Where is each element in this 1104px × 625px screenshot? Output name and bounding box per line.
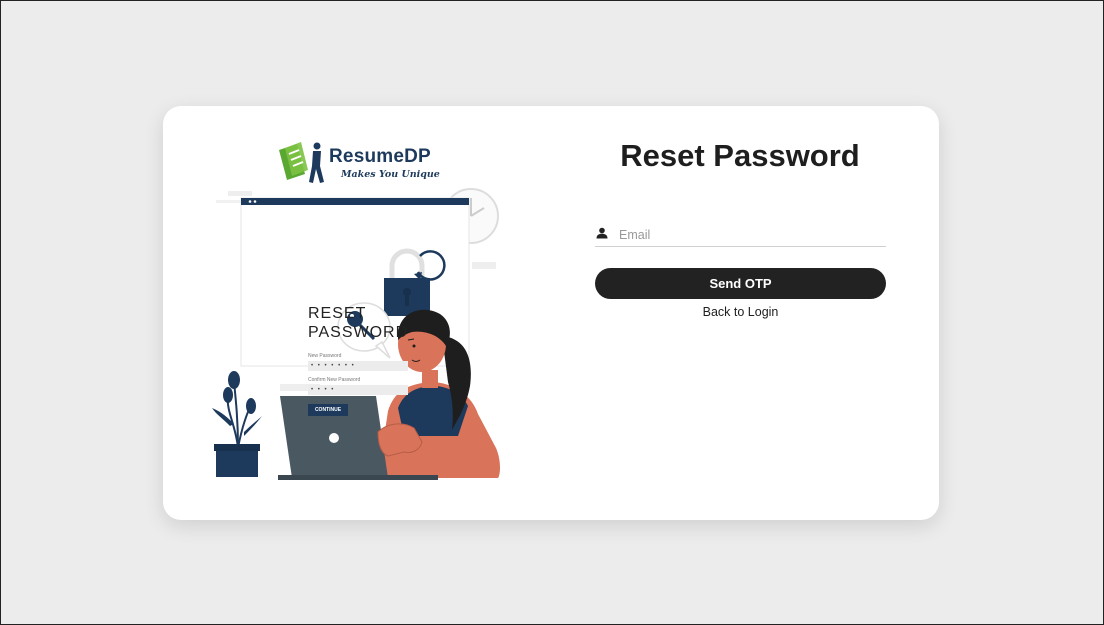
illustration-new-password-field: • • • • • • •: [308, 361, 408, 371]
back-to-login-link[interactable]: Back to Login: [595, 305, 886, 319]
logo-tagline: Makes You Unique: [341, 169, 440, 180]
illustration-confirm-field: • • • •: [308, 385, 408, 395]
user-icon: [596, 227, 608, 239]
illustration-new-password-label: New Password: [308, 353, 342, 359]
send-otp-button[interactable]: Send OTP: [595, 268, 886, 299]
illustration-confirm-label: Confirm New Password: [308, 377, 361, 383]
illustration-continue-button: CONTINUE: [308, 404, 348, 416]
reset-password-illustration: RESET PASSWORD New Password • • • • • • …: [208, 186, 508, 481]
brand-logo: ResumeDP Makes You Unique: [275, 138, 445, 188]
email-input[interactable]: [619, 225, 879, 245]
email-field: [595, 224, 886, 247]
reset-password-card: ResumeDP Makes You Unique RESET PASSWORD…: [163, 106, 939, 520]
logo-mark-icon: [279, 142, 324, 183]
page-title: Reset Password: [620, 138, 860, 173]
illustration-title: RESET PASSWORD: [308, 305, 409, 341]
logo-name: ResumeDP: [329, 146, 431, 167]
